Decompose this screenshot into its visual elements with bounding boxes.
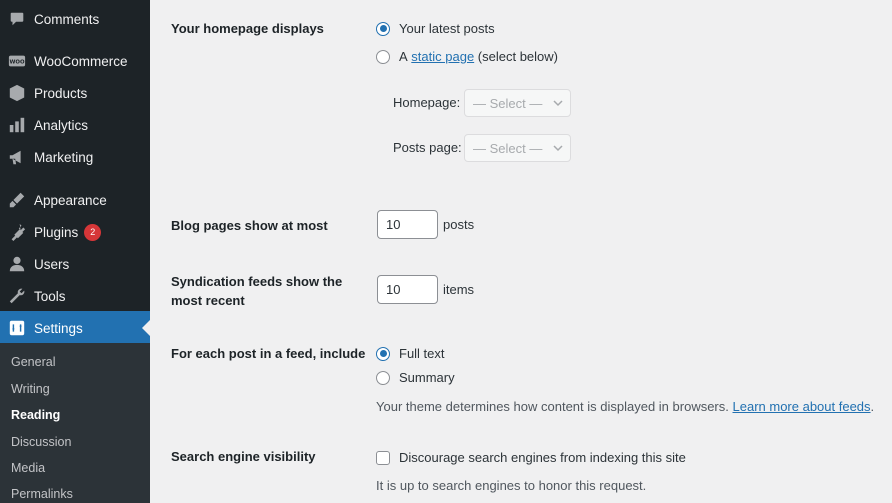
sidebar-item-label: Settings [34,320,83,336]
discourage-search-checkbox[interactable] [376,450,390,465]
plug-icon [7,222,27,242]
sidebar-item-label: Tools [34,288,66,304]
sidebar-item-plugins[interactable]: Plugins 2 [0,215,150,249]
sidebar-item-label: Analytics [34,117,89,133]
plugins-update-badge: 2 [84,223,102,241]
sidebar-item-label: WooCommerce [34,53,128,69]
syndication-label-line1: Syndication feeds show the [171,274,343,289]
radio-summary[interactable] [376,370,390,385]
radio-full-text[interactable] [376,346,390,361]
sidebar-item-appearance[interactable]: Appearance [0,183,150,217]
submenu-item-reading[interactable]: Reading [11,408,60,422]
syndication-unit: items [443,282,475,297]
box-icon [7,83,27,103]
submenu-item-general[interactable]: General [11,355,55,369]
posts-page-select-label: Posts page: [393,140,462,155]
submenu-item-permalinks[interactable]: Permalinks [11,487,73,501]
sidebar-item-marketing[interactable]: Marketing [0,140,150,174]
submenu-item-discussion[interactable]: Discussion [11,435,71,449]
feed-description: Your theme determines how content is dis… [376,399,874,414]
feed-description-text: Your theme determines how content is dis… [376,399,729,414]
feed-include-label: For each post in a feed, include [171,346,366,361]
sidebar-item-label: Marketing [34,149,94,165]
radio-summary-label: Summary [399,370,455,385]
homepage-displays-label: Your homepage displays [171,21,324,36]
submenu-item-writing[interactable]: Writing [11,382,50,396]
radio-static-page-prefix: A [399,49,408,64]
blog-pages-unit: posts [443,217,475,232]
submenu-item-media[interactable]: Media [11,461,45,475]
homepage-select[interactable]: — Select — [464,89,571,117]
woo-icon: WOO [7,51,27,71]
feed-description-suffix: . [870,399,875,414]
discourage-search-label: Discourage search engines from indexing … [399,450,686,465]
sidebar-item-analytics[interactable]: Analytics [0,108,150,142]
sidebar-item-settings[interactable]: Settings [0,311,150,345]
posts-page-select-value: — Select — [473,140,543,156]
wrench-icon [7,286,27,306]
radio-latest-posts-label: Your latest posts [399,21,495,36]
sidebar-item-woocommerce[interactable]: WOO WooCommerce [0,44,150,78]
user-icon [7,254,27,274]
radio-static-page-suffix: (select below) [477,49,558,64]
admin-sidebar: Comments WOO WooCommerce Products Analyt… [0,0,150,503]
radio-full-text-row[interactable]: Full text [376,346,445,361]
radio-full-text-label: Full text [399,346,445,361]
sidebar-item-label: Appearance [34,192,107,208]
radio-summary-row[interactable]: Summary [376,370,455,385]
comment-icon [7,9,27,29]
learn-more-feeds-link[interactable]: Learn more about feeds [733,399,871,414]
settings-icon [7,318,27,338]
posts-page-select[interactable]: — Select — [464,134,571,162]
chevron-down-icon [553,100,563,107]
radio-latest-posts[interactable] [376,21,390,36]
settings-submenu: General Writing Reading Discussion Media… [0,343,150,503]
search-visibility-description: It is up to search engines to honor this… [376,478,647,493]
radio-static-page-row[interactable]: A static page (select below) [376,49,558,64]
homepage-select-value: — Select — [473,95,543,111]
sidebar-item-users[interactable]: Users [0,247,150,281]
svg-text:WOO: WOO [9,59,24,65]
sidebar-item-label: Products [34,85,88,101]
static-page-link[interactable]: static page [411,49,474,64]
syndication-label-line2: most recent [171,293,245,308]
sidebar-item-tools[interactable]: Tools [0,279,150,313]
blog-pages-label: Blog pages show at most [171,218,328,233]
syndication-input[interactable]: 10 [377,275,438,304]
sidebar-item-label: Plugins [34,224,79,240]
homepage-select-label: Homepage: [393,95,461,110]
chevron-down-icon [553,145,563,152]
sidebar-item-comments[interactable]: Comments [0,2,150,36]
sidebar-item-label: Comments [34,11,100,27]
bar-chart-icon [7,115,27,135]
search-visibility-label: Search engine visibility [171,449,316,464]
sidebar-item-label: Users [34,256,70,272]
radio-static-page[interactable] [376,49,390,64]
radio-latest-posts-row[interactable]: Your latest posts [376,21,495,36]
brush-icon [7,190,27,210]
megaphone-icon [7,147,27,167]
sidebar-item-products[interactable]: Products [0,76,150,110]
discourage-search-row[interactable]: Discourage search engines from indexing … [376,450,686,465]
blog-pages-input[interactable]: 10 [377,210,438,239]
